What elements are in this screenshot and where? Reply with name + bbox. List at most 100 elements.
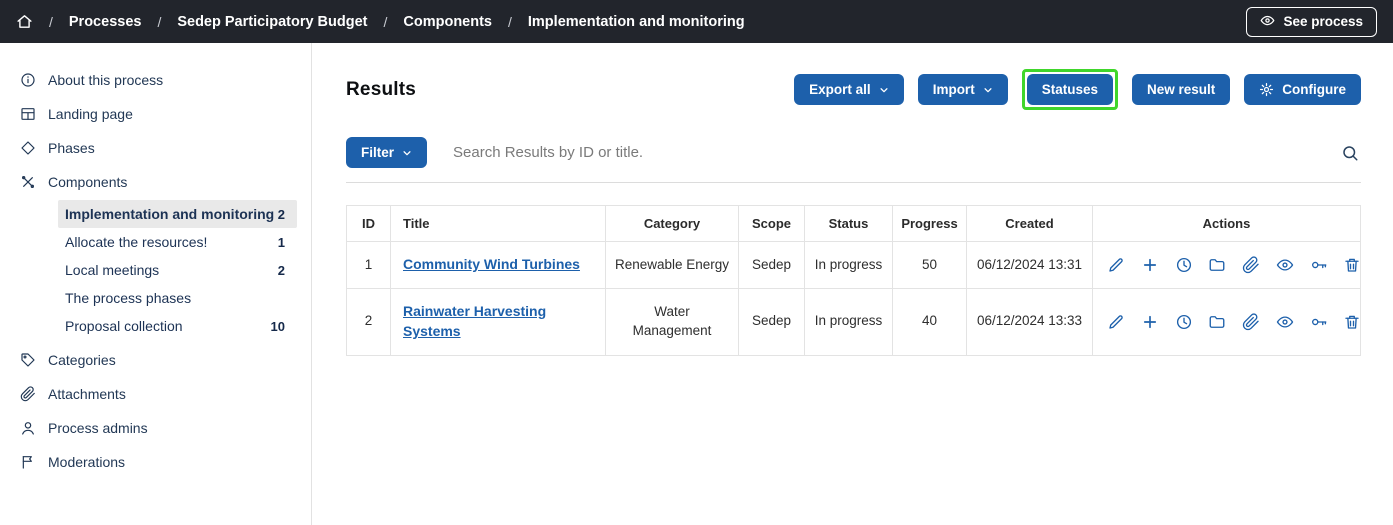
breadcrumb-processes[interactable]: Processes <box>69 14 142 30</box>
clock-icon <box>1175 256 1193 274</box>
result-created: 06/12/2024 13:33 <box>967 288 1093 355</box>
edit-action-button[interactable] <box>1107 313 1125 331</box>
search-icon[interactable] <box>1339 144 1361 162</box>
home-icon[interactable] <box>16 13 33 30</box>
result-id: 2 <box>347 288 391 355</box>
preview-action-button[interactable] <box>1276 256 1294 274</box>
preview-action-button[interactable] <box>1276 313 1294 331</box>
see-process-button[interactable]: See process <box>1246 7 1377 37</box>
search-input[interactable] <box>453 144 1339 161</box>
flag-icon <box>20 454 36 470</box>
plus-icon <box>1141 256 1159 274</box>
edit-action-button[interactable] <box>1107 256 1125 274</box>
delete-action-button[interactable] <box>1343 256 1361 274</box>
info-icon <box>20 72 36 88</box>
sidebar-item-label: Landing page <box>48 106 133 122</box>
import-button[interactable]: Import <box>918 74 1008 105</box>
actions-cell <box>1093 242 1361 289</box>
sidebar: About this process Landing page Phases C… <box>0 43 312 525</box>
statuses-label: Statuses <box>1042 82 1098 97</box>
attachments-action-button[interactable] <box>1242 256 1260 274</box>
export-all-button[interactable]: Export all <box>794 74 904 105</box>
result-scope: Sedep <box>739 242 805 289</box>
layout-icon <box>20 106 36 122</box>
statuses-button[interactable]: Statuses <box>1027 74 1113 105</box>
filter-button[interactable]: Filter <box>346 137 427 168</box>
breadcrumb-process-name[interactable]: Sedep Participatory Budget <box>177 14 367 30</box>
see-process-label: See process <box>1283 14 1363 29</box>
sidebar-item-attachments[interactable]: Attachments <box>0 377 311 411</box>
folder-icon <box>1208 256 1226 274</box>
breadcrumb-separator: / <box>384 14 388 30</box>
configure-button[interactable]: Configure <box>1244 74 1361 105</box>
pencil-icon <box>1107 256 1125 274</box>
column-header-created: Created <box>967 206 1093 242</box>
history-action-button[interactable] <box>1175 256 1193 274</box>
sidebar-subitem-implementation-and-monitoring[interactable]: Implementation and monitoring 2 <box>58 200 297 228</box>
column-header-progress: Progress <box>893 206 967 242</box>
actions-cell <box>1093 288 1361 355</box>
breadcrumb-components[interactable]: Components <box>403 14 492 30</box>
attachments-action-button[interactable] <box>1242 313 1260 331</box>
breadcrumb-separator: / <box>157 14 161 30</box>
configure-label: Configure <box>1282 82 1346 97</box>
new-result-label: New result <box>1147 82 1215 97</box>
filter-search-row: Filter <box>346 137 1361 183</box>
result-title-link[interactable]: Rainwater Harvesting Systems <box>403 303 546 339</box>
eye-icon <box>1276 313 1294 331</box>
statuses-annotation-highlight: Statuses <box>1022 69 1118 110</box>
permissions-action-button[interactable] <box>1310 256 1328 274</box>
plus-icon <box>1141 313 1159 331</box>
subitem-count-badge: 2 <box>278 207 285 222</box>
sidebar-subitem-allocate-the-resources[interactable]: Allocate the resources! 1 <box>58 228 297 256</box>
sidebar-subitem-proposal-collection[interactable]: Proposal collection 10 <box>58 312 297 340</box>
user-icon <box>20 420 36 436</box>
sidebar-item-moderations[interactable]: Moderations <box>0 445 311 479</box>
table-row: 1 Community Wind Turbines Renewable Ener… <box>347 242 1361 289</box>
tools-icon <box>20 174 36 190</box>
subitem-label: The process phases <box>65 290 191 306</box>
folder-action-button[interactable] <box>1208 256 1226 274</box>
result-progress: 50 <box>893 242 967 289</box>
breadcrumb-current-component[interactable]: Implementation and monitoring <box>528 14 745 30</box>
chevron-down-icon <box>879 85 889 95</box>
breadcrumb-separator: / <box>49 14 53 30</box>
gear-icon <box>1259 82 1274 97</box>
subitem-label: Implementation and monitoring <box>65 206 274 222</box>
add-action-button[interactable] <box>1141 256 1159 274</box>
import-label: Import <box>933 82 975 97</box>
result-id: 1 <box>347 242 391 289</box>
sidebar-item-label: Attachments <box>48 386 126 402</box>
chevron-down-icon <box>402 148 412 158</box>
sidebar-item-process-admins[interactable]: Process admins <box>0 411 311 445</box>
topbar: / Processes / Sedep Participatory Budget… <box>0 0 1393 43</box>
delete-action-button[interactable] <box>1343 313 1361 331</box>
trash-icon <box>1343 313 1361 331</box>
new-result-button[interactable]: New result <box>1132 74 1230 105</box>
permissions-action-button[interactable] <box>1310 313 1328 331</box>
column-header-scope: Scope <box>739 206 805 242</box>
sidebar-item-label: Categories <box>48 352 116 368</box>
pencil-icon <box>1107 313 1125 331</box>
sidebar-item-categories[interactable]: Categories <box>0 343 311 377</box>
sidebar-item-landing-page[interactable]: Landing page <box>0 97 311 131</box>
history-action-button[interactable] <box>1175 313 1193 331</box>
result-category: Water Management <box>606 288 739 355</box>
column-header-status: Status <box>805 206 893 242</box>
add-action-button[interactable] <box>1141 313 1159 331</box>
sidebar-subitem-local-meetings[interactable]: Local meetings 2 <box>58 256 297 284</box>
trash-icon <box>1343 256 1361 274</box>
sidebar-subitem-the-process-phases[interactable]: The process phases <box>58 284 297 312</box>
result-status: In progress <box>805 288 893 355</box>
paperclip-icon <box>20 386 36 402</box>
sidebar-item-about-this-process[interactable]: About this process <box>0 63 311 97</box>
key-icon <box>1310 313 1328 331</box>
chevron-down-icon <box>983 85 993 95</box>
subitem-count-badge: 10 <box>271 319 285 334</box>
result-title-link[interactable]: Community Wind Turbines <box>403 256 580 272</box>
sidebar-item-components[interactable]: Components <box>0 165 311 199</box>
folder-action-button[interactable] <box>1208 313 1226 331</box>
page-title: Results <box>346 79 416 101</box>
sidebar-item-phases[interactable]: Phases <box>0 131 311 165</box>
folder-icon <box>1208 313 1226 331</box>
